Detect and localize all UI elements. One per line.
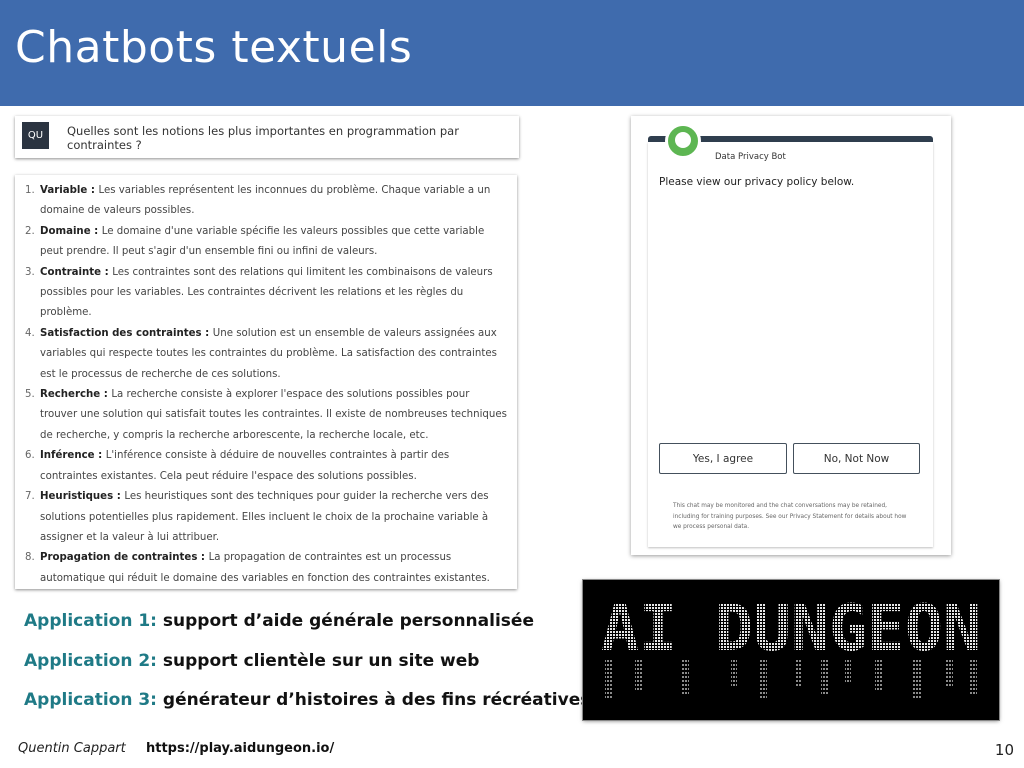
answer-item: 6. Inférence : L'inférence consiste à déd… <box>25 446 509 487</box>
answer-item: 3. Contrainte : Les contraintes sont des … <box>25 263 509 324</box>
application-text: générateur d’histoires à des fins récréa… <box>162 690 591 710</box>
author: Quentin Cappart <box>18 741 126 756</box>
slide-title: Chatbots textuels <box>15 22 413 73</box>
item-term: Recherche <box>40 389 101 401</box>
chat-question-panel: QU Quelles sont les notions les plus imp… <box>15 116 519 158</box>
item-sep: : <box>90 225 102 237</box>
aidungeon-link[interactable]: https://play.aidungeon.io/ <box>146 741 334 756</box>
item-term: Propagation de contraintes <box>40 552 198 564</box>
item-number: 7. <box>25 491 35 503</box>
bot-logo-icon <box>665 123 701 159</box>
bot-name: Data Privacy Bot <box>715 152 786 162</box>
ai-dungeon-logo: AI DUNGEON <box>583 580 999 720</box>
item-number: 5. <box>25 389 35 401</box>
item-term: Satisfaction des contraintes <box>40 327 202 339</box>
item-number: 4. <box>25 327 35 339</box>
item-sep: : <box>113 491 125 503</box>
item-text: Les variables représentent les inconnues… <box>40 185 491 217</box>
item-term: Variable <box>40 185 88 196</box>
item-number: 1. <box>25 185 35 196</box>
application-label: Application 3: <box>24 690 157 710</box>
application-2: Application 2: support clientèle sur un … <box>24 651 479 671</box>
privacy-bot-window <box>648 142 933 547</box>
user-avatar: QU <box>22 122 49 149</box>
logo-text: AI DUNGEON <box>601 592 981 666</box>
item-term: Inférence <box>40 450 95 462</box>
bot-message: Please view our privacy policy below. <box>659 176 855 188</box>
answer-list: 1. Variable : Les variables représentent … <box>15 175 517 589</box>
answer-item: 7. Heuristiques : Les heuristiques sont d… <box>25 487 509 548</box>
item-text: La recherche consiste à explorer l'espac… <box>40 389 507 441</box>
answer-item: 8. Propagation de contraintes : La propag… <box>25 548 509 589</box>
decline-button[interactable]: No, Not Now <box>793 443 920 474</box>
item-sep: : <box>201 327 213 339</box>
answer-item: 2. Domaine : Le domaine d'une variable sp… <box>25 222 509 263</box>
title-bar: Chatbots textuels <box>0 0 1024 106</box>
answer-item: 4. Satisfaction des contraintes : Une sol… <box>25 324 509 385</box>
application-text: support clientèle sur un site web <box>162 651 480 671</box>
item-sep: : <box>94 450 106 462</box>
privacy-bot-panel: Data Privacy Bot Please view our privacy… <box>631 116 951 555</box>
item-number: 8. <box>25 552 35 564</box>
agree-button[interactable]: Yes, I agree <box>659 443 787 474</box>
item-sep: : <box>100 389 112 401</box>
item-number: 6. <box>25 450 35 462</box>
application-3: Application 3: générateur d’histoires à … <box>24 690 590 710</box>
item-term: Heuristiques <box>40 491 114 503</box>
chat-answer-panel: 1. Variable : Les variables représentent … <box>15 175 517 589</box>
item-term: Domaine <box>40 225 91 237</box>
ai-dungeon-logo-icon: AI DUNGEON <box>601 592 981 700</box>
item-number: 3. <box>25 266 35 278</box>
application-label: Application 1: <box>24 611 157 631</box>
item-sep: : <box>197 552 209 564</box>
item-sep: : <box>87 185 99 196</box>
question-text: Quelles sont les notions les plus import… <box>67 124 459 152</box>
privacy-disclaimer: This chat may be monitored and the chat … <box>673 503 907 530</box>
answer-item: 1. Variable : Les variables représentent … <box>25 181 509 222</box>
item-term: Contrainte <box>40 266 102 278</box>
item-number: 2. <box>25 225 35 237</box>
application-text: support d’aide générale personnalisée <box>162 611 534 631</box>
application-1: Application 1: support d’aide générale p… <box>24 611 534 631</box>
answer-item: 5. Recherche : La recherche consiste à ex… <box>25 385 509 446</box>
page-number: 10 <box>994 741 1014 759</box>
application-label: Application 2: <box>24 651 157 671</box>
item-text: Le domaine d'une variable spécifie les v… <box>40 225 485 258</box>
item-sep: : <box>101 266 113 278</box>
